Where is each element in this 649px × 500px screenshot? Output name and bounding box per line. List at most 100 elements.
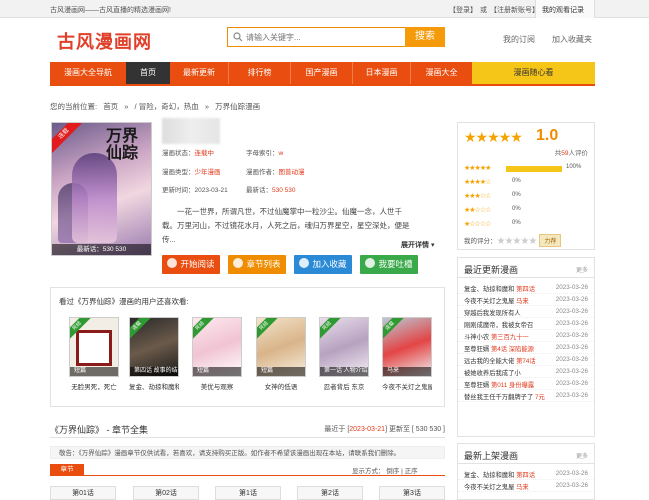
breadcrumb-prefix: 您的当前位置: bbox=[50, 102, 98, 111]
side-item-chapter: 第四话 bbox=[516, 472, 536, 479]
search-icon bbox=[233, 32, 243, 42]
breadcrumb-category[interactable]: / 冒险，奇幻，热血 bbox=[135, 102, 199, 111]
side-item-date: 2023-03-26 bbox=[555, 368, 588, 375]
side-item-name: 至尊狂婿 第4话 深陷能源 bbox=[464, 346, 534, 353]
side-item-chapter: 马来 bbox=[516, 298, 529, 305]
latest-chapter-link[interactable]: 530 530 bbox=[272, 187, 296, 194]
my-rating: 我的评分：★★★★★ 力荐 bbox=[464, 234, 562, 247]
side-item-chapter: 第三百九十一 bbox=[490, 334, 529, 341]
side-list-item[interactable]: 远古我的全能大佬 第74话 2023-03-26 bbox=[458, 354, 594, 366]
side-item-name: 穿越后我发现所有人 bbox=[464, 310, 521, 317]
side-item-date: 2023-03-26 bbox=[555, 320, 588, 327]
latest-online-box: 最新上架漫画 更多 复金、劫掠和魔和 第四话 2023-03-26 今夜不关灯之鬼屋 … bbox=[457, 443, 595, 500]
meta-type: 漫画类型：少年漫画 bbox=[162, 169, 221, 176]
breadcrumb-sep: » bbox=[124, 102, 129, 111]
display-order-toggle[interactable]: 显示方式： 倒序 | 正序 bbox=[352, 465, 418, 475]
side-list-item[interactable]: 刚刚成魔帝，我被女帝召 2023-03-26 bbox=[458, 318, 594, 330]
side-item-chapter: 第011 身份曝露 bbox=[490, 382, 535, 389]
meta-initial: 字母索引：w bbox=[246, 150, 284, 157]
expand-details-button[interactable]: 展开详情 ▾ bbox=[401, 240, 434, 250]
comic-cover[interactable]: 万界仙踪 连载 最新话：530 530 bbox=[51, 122, 152, 256]
register-link[interactable]: 【注册新账号】 bbox=[490, 7, 539, 14]
recommend-item[interactable]: 完结 第一话 人物介绍 忍者背后 东京 bbox=[319, 317, 369, 391]
type-link[interactable]: 少年漫画 bbox=[195, 169, 221, 176]
chapter-link[interactable]: 第01话 bbox=[50, 486, 116, 500]
latest-updates-more[interactable]: 更多 bbox=[576, 265, 588, 274]
account-links: 【登录】或【注册新账号】 bbox=[449, 5, 542, 15]
or-text: 或 bbox=[480, 7, 487, 14]
side-list-item[interactable]: 至尊狂婿 第011 身份曝露 2023-03-26 bbox=[458, 378, 594, 390]
side-list-item[interactable]: 斗神小农 第三百九十一 2023-03-26 bbox=[458, 330, 594, 342]
chapter-link[interactable]: 第02话 bbox=[133, 486, 199, 500]
rating-box: ★★★★★ 1.0 共59人评价 ★★★★★ 100% ★★★★☆ 0% ★★★☆☆… bbox=[457, 122, 595, 250]
history-link[interactable]: 我的观看记录 bbox=[535, 0, 595, 18]
nav-domestic[interactable]: 国产漫画 bbox=[290, 62, 352, 84]
nav-latest[interactable]: 最新更新 bbox=[170, 62, 228, 84]
search-input[interactable] bbox=[246, 30, 406, 44]
nav-all-comics[interactable]: 漫画大全 bbox=[410, 62, 472, 84]
welcome-text: 古风漫画网——古风直播的精选漫画网! bbox=[50, 7, 171, 14]
recommend-item[interactable]: 连载 马来 今夜不关灯之鬼屋 bbox=[382, 317, 432, 391]
my-subscriptions-link[interactable]: 我的订阅 bbox=[503, 34, 535, 45]
side-list-item[interactable]: 至尊狂婿 第4话 深陷能源 2023-03-26 bbox=[458, 342, 594, 354]
side-list-item[interactable]: 被她收养后我成了小 2023-03-26 bbox=[458, 366, 594, 378]
chapter-link[interactable]: 第2话 bbox=[297, 486, 363, 500]
side-list-item[interactable]: 复金、劫掠和魔和 第四话 2023-03-26 bbox=[458, 282, 594, 294]
nav-random[interactable]: 漫画随心看 bbox=[472, 62, 595, 84]
recommend-item[interactable]: 连载第四话 故事的结局 复金、劫掠和魔和 bbox=[129, 317, 179, 391]
side-list-item[interactable]: 复金、劫掠和魔和 第四话 2023-03-26 bbox=[458, 468, 594, 480]
search-button[interactable]: 搜索 bbox=[405, 27, 445, 47]
cover-art-figure bbox=[72, 153, 117, 243]
tab-chapters[interactable]: 章节 bbox=[50, 464, 84, 475]
chapter-tab-underline bbox=[50, 475, 445, 476]
nav-ranking[interactable]: 排行榜 bbox=[228, 62, 290, 84]
side-item-name: 今夜不关灯之鬼屋 马来 bbox=[464, 484, 529, 491]
breadcrumb-home[interactable]: 首页 bbox=[103, 102, 118, 111]
chapter-link[interactable]: 第1话 bbox=[215, 486, 281, 500]
add-favorite-link[interactable]: 加入收藏夹 bbox=[552, 34, 592, 45]
chapter-list-button[interactable]: 章节列表 bbox=[228, 255, 286, 274]
chapter-link[interactable]: 第3话 bbox=[379, 486, 445, 500]
recommend-item[interactable]: 完结 短篇 女神的低语 bbox=[256, 317, 306, 391]
side-item-chapter: 第4话 深陷能源 bbox=[490, 346, 534, 353]
site-logo[interactable]: 古风漫画网 bbox=[57, 28, 152, 54]
comment-button[interactable]: 我要吐槽 bbox=[360, 255, 418, 274]
author-link[interactable]: 图普动漫 bbox=[279, 169, 305, 176]
side-item-chapter: 7元 bbox=[535, 394, 545, 401]
nav-all-guide[interactable]: 漫画大全导航 bbox=[50, 62, 126, 84]
latest-online-more[interactable]: 更多 bbox=[576, 451, 588, 460]
copyright-notice: 敬告：《万界仙踪》漫画章节仅供试看，若喜欢，请支持购买正版。如作者不希望该漫画出… bbox=[50, 446, 445, 459]
start-reading-button[interactable]: 开始阅读 bbox=[162, 255, 220, 274]
side-item-date: 2023-03-26 bbox=[555, 470, 588, 477]
side-item-name: 刚刚成魔帝，我被女帝召 bbox=[464, 322, 534, 329]
recommendation-heading: 看过《万界仙踪》漫画的用户还喜欢看: bbox=[59, 297, 189, 306]
side-list-item[interactable]: 穿越后我发现所有人 2023-03-26 bbox=[458, 306, 594, 318]
side-list-item[interactable]: 今夜不关灯之鬼屋 马来 2023-03-26 bbox=[458, 480, 594, 492]
chapter-section-header: 《万界仙踪》 - 章节全集 最近于 [2023-03-21] 更新至 [ 530… bbox=[50, 420, 445, 438]
recommend-item[interactable]: 完结 短篇 美优与观察 bbox=[192, 317, 242, 391]
latest-online-title: 最新上架漫画 bbox=[464, 451, 519, 461]
side-item-date: 2023-03-26 bbox=[555, 380, 588, 387]
recommend-item[interactable]: 完结 短篇 无脸男死，死亡 bbox=[69, 317, 119, 391]
meta-update: 更新时间：2023-03-21 bbox=[162, 187, 228, 194]
side-item-chapter: 第四话 bbox=[516, 286, 536, 293]
side-item-name: 被她收养后我成了小 bbox=[464, 370, 521, 377]
side-item-date: 2023-03-26 bbox=[555, 308, 588, 315]
side-item-name: 复金、劫掠和魔和 第四话 bbox=[464, 472, 536, 479]
my-rating-stars[interactable]: ★★★★★ bbox=[497, 236, 538, 247]
login-link[interactable]: 【登录】 bbox=[449, 7, 477, 14]
rating-level-badge: 力荐 bbox=[539, 234, 562, 247]
recommendation-box: 看过《万界仙踪》漫画的用户还喜欢看: 完结 短篇 无脸男死，死亡 连载 第四话 故事… bbox=[50, 287, 445, 407]
side-list-item[interactable]: 替丝我王任千万翻牌子了 7元 2023-03-26 bbox=[458, 390, 594, 402]
rating-row-3: ★★★☆☆ 0% bbox=[464, 192, 521, 200]
main-nav: 漫画大全导航 首页 最新更新 排行榜 国产漫画 日本漫画 漫画大全 漫画随心看 bbox=[50, 62, 595, 84]
breadcrumb-title[interactable]: 万界仙踪漫画 bbox=[215, 102, 260, 111]
rating-row-2: ★★☆☆☆ 0% bbox=[464, 206, 521, 214]
nav-japanese[interactable]: 日本漫画 bbox=[352, 62, 410, 84]
nav-home[interactable]: 首页 bbox=[126, 62, 170, 84]
side-list-item[interactable]: 今夜不关灯之鬼屋 马来 2023-03-26 bbox=[458, 294, 594, 306]
side-item-date: 2023-03-26 bbox=[555, 356, 588, 363]
rating-row-4: ★★★★☆ 0% bbox=[464, 178, 521, 186]
side-item-name: 替丝我王任千万翻牌子了 7元 bbox=[464, 394, 545, 401]
add-favorite-button[interactable]: 加入收藏 bbox=[294, 255, 352, 274]
